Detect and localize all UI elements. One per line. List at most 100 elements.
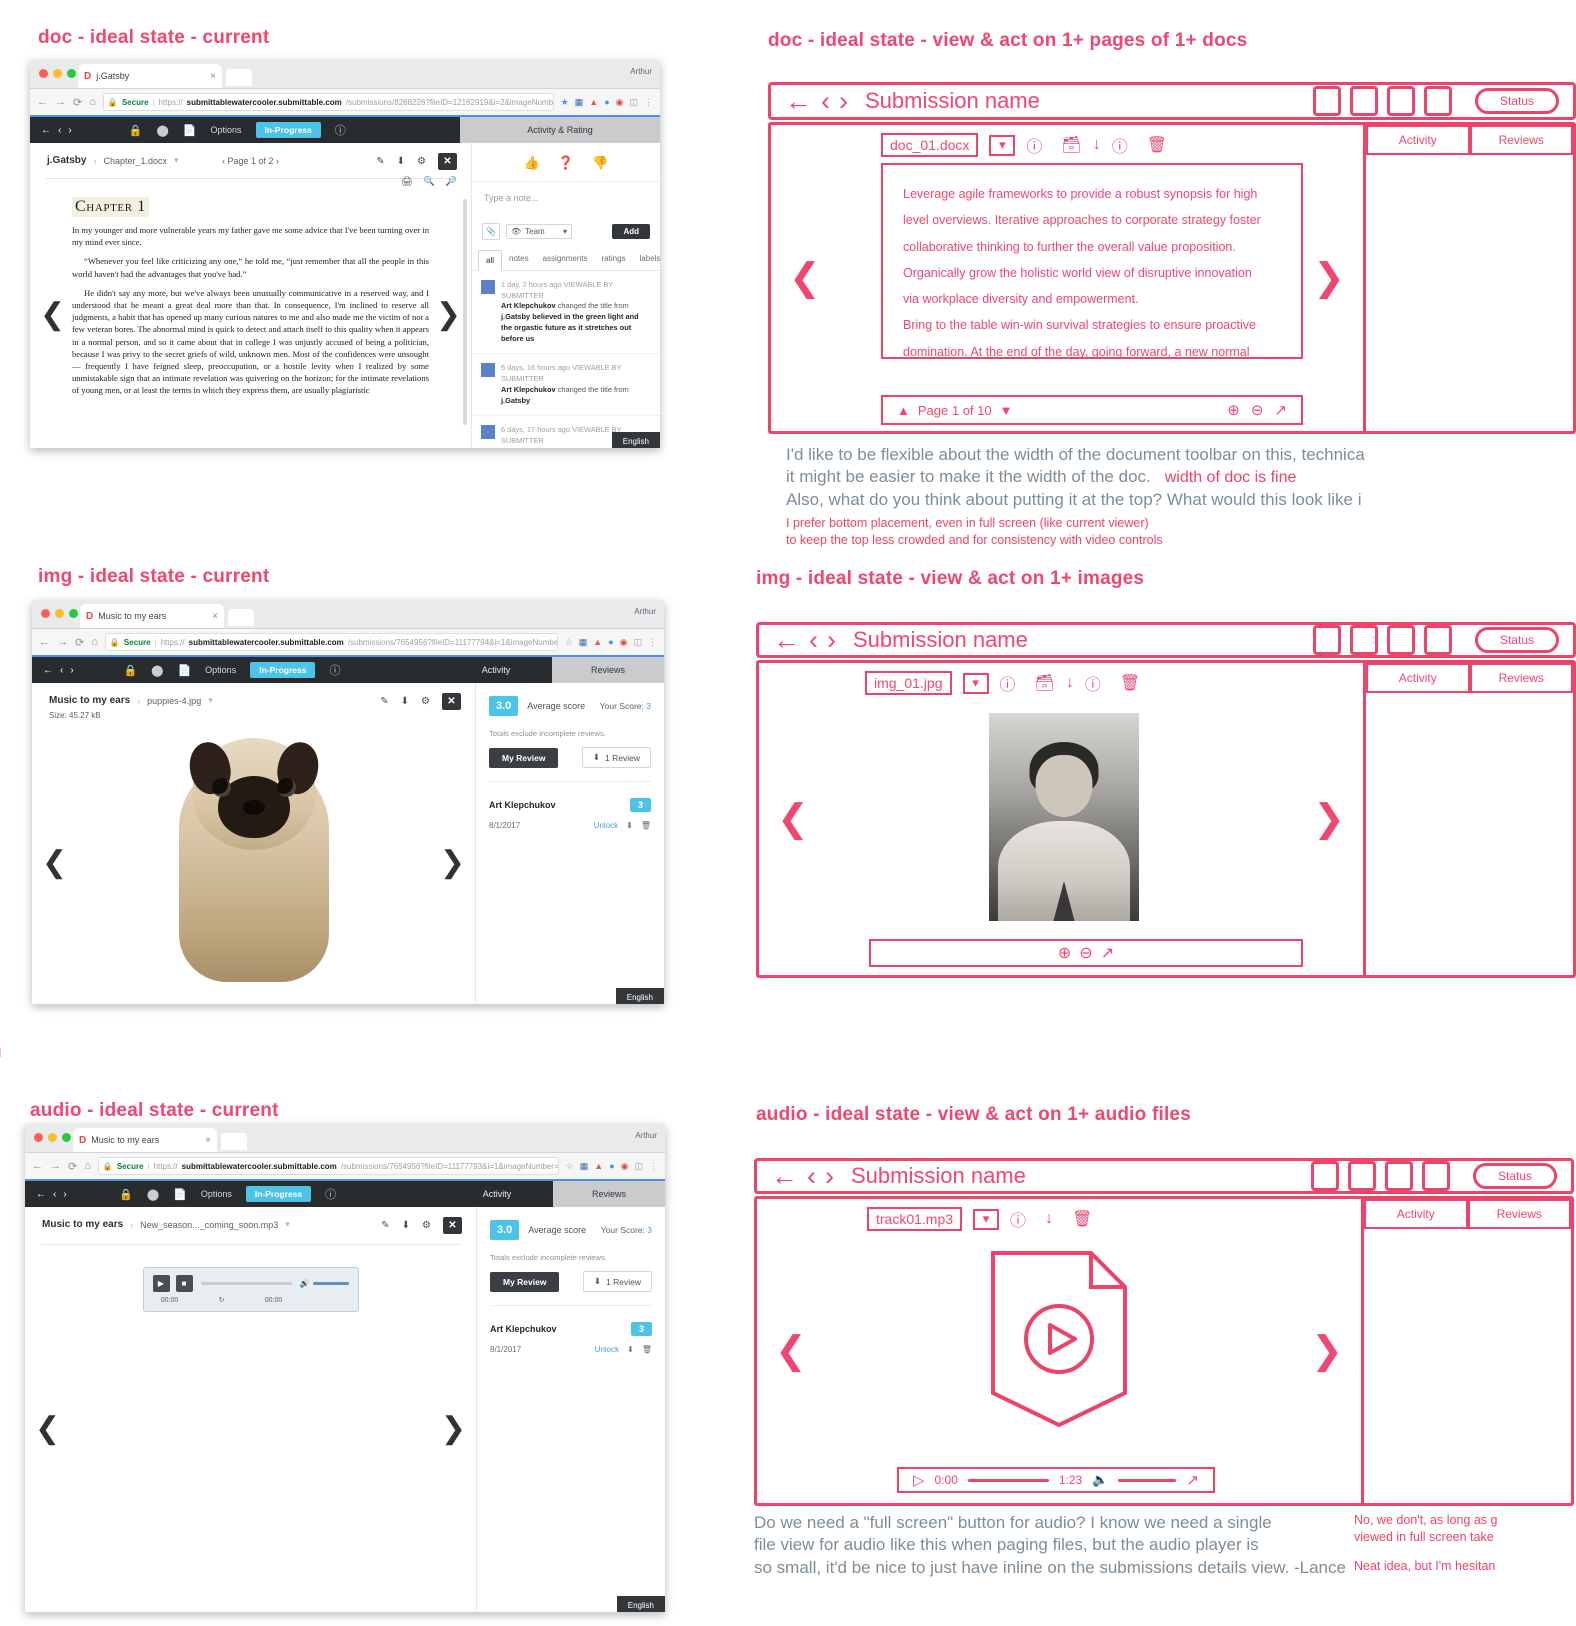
home-icon[interactable]: ⌂	[89, 96, 96, 108]
info-icon[interactable]: ⓘ	[335, 122, 346, 138]
app-next-icon[interactable]: ›	[68, 125, 71, 136]
thumbs-down-icon[interactable]: 👎	[592, 155, 608, 171]
zoom-out-icon[interactable]: ⊖	[1079, 943, 1092, 963]
prev-doc-arrow[interactable]: ❮	[789, 259, 821, 297]
tab-activity[interactable]: Activity	[1366, 663, 1470, 693]
prev-audio-arrow[interactable]: ❮	[775, 1332, 807, 1370]
volume-slider[interactable]	[312, 1282, 349, 1285]
edit-icon[interactable]: ✎	[380, 696, 388, 707]
adblock-icon[interactable]: ◉	[621, 1161, 629, 1172]
action-square-4-icon[interactable]	[1421, 1161, 1450, 1191]
status-pill[interactable]: In-Progress	[245, 1186, 312, 1202]
close-dot[interactable]	[34, 1133, 43, 1142]
settings-icon[interactable]: ⚙	[422, 1220, 431, 1231]
menu-icon[interactable]: ⋮	[648, 637, 657, 648]
app-nav-arrows[interactable]: ← ‹ ›	[32, 665, 74, 676]
prev-icon[interactable]: ‹	[821, 87, 830, 115]
download-icon[interactable]: ⬇	[401, 696, 409, 707]
filter-tab-notes[interactable]: notes	[502, 249, 536, 270]
folder-icon[interactable]: 🗃	[1035, 673, 1055, 693]
extension2-icon[interactable]: ▲	[593, 637, 602, 647]
back-icon[interactable]: ←	[37, 96, 48, 108]
app-prev-icon[interactable]: ‹	[53, 1189, 56, 1200]
adblock-icon[interactable]: ◉	[620, 637, 628, 648]
tab-activity[interactable]: Activity	[441, 1181, 553, 1207]
close-dot[interactable]	[39, 69, 48, 78]
language-button[interactable]: English	[616, 1596, 665, 1612]
tab-activity[interactable]: Activity	[440, 657, 552, 683]
breadcrumb-submission[interactable]: j.Gatsby	[47, 155, 86, 166]
play-icon[interactable]: ▶	[152, 1275, 170, 1292]
browser-user-label[interactable]: Arthur	[635, 1131, 657, 1140]
back-icon[interactable]: ←	[773, 626, 800, 654]
extension-icon[interactable]: ▦	[580, 1161, 589, 1172]
fullscreen-icon[interactable]: ↗	[1101, 943, 1114, 963]
action-square-2-icon[interactable]	[1349, 625, 1378, 655]
folder-icon[interactable]: 🗃	[1061, 135, 1081, 155]
attach-icon[interactable]: 📎	[482, 223, 500, 240]
action-square-2-icon[interactable]	[1349, 86, 1378, 116]
visibility-select[interactable]: 👁 Team ▾	[506, 224, 572, 239]
tab-activity[interactable]: Activity	[1364, 1199, 1468, 1229]
prev-icon[interactable]: ‹	[807, 1162, 816, 1190]
notes-icon[interactable]: 📄	[173, 1188, 187, 1201]
thumbs-up-icon[interactable]: 👍	[524, 155, 540, 171]
list-item[interactable]: 6 days, 16 hours ago VIEWABLE BY SUBMITT…	[472, 354, 660, 417]
options-menu[interactable]: Options	[201, 1189, 232, 1199]
extension-icon[interactable]: ▦	[575, 97, 584, 108]
maximize-dot[interactable]	[67, 69, 76, 78]
question-icon[interactable]: ❓	[558, 155, 574, 171]
next-file-arrow[interactable]: ❯	[441, 1411, 466, 1446]
action-square-3-icon[interactable]	[1386, 625, 1415, 655]
trash-icon[interactable]: 🗑	[1072, 1209, 1092, 1229]
tag-icon[interactable]: ⬤	[151, 664, 163, 677]
action-square-1-icon[interactable]	[1312, 625, 1341, 655]
address-bar[interactable]: 🔒 Secure | https://submittablewatercoole…	[102, 93, 554, 111]
app-next-icon[interactable]: ›	[70, 665, 73, 676]
status-badge[interactable]: Status	[1474, 627, 1559, 653]
tag-icon[interactable]: ⬤	[156, 124, 168, 137]
chevron-down-icon[interactable]: ▾	[174, 155, 179, 166]
fullscreen-icon[interactable]: ↗	[1274, 401, 1287, 419]
lock-icon[interactable]: 🔒	[129, 124, 143, 137]
forward-icon[interactable]: →	[55, 96, 66, 108]
notes-icon[interactable]: 📄	[177, 664, 191, 677]
settings-icon[interactable]: ⚙	[421, 696, 430, 707]
unlock-link[interactable]: Unlock	[595, 1345, 619, 1354]
info-icon[interactable]: ⓘ	[1010, 1207, 1026, 1231]
action-square-3-icon[interactable]	[1384, 1161, 1413, 1191]
kudos-icon[interactable]: ⓘ	[1112, 133, 1128, 157]
kudos-icon[interactable]: ⓘ	[1085, 671, 1101, 695]
list-item[interactable]: 1 day, 2 hours ago VIEWABLE BY SUBMITTER…	[472, 271, 660, 355]
cast-icon[interactable]: ◫	[629, 97, 638, 108]
breadcrumb-file[interactable]: Chapter_1.docx	[103, 156, 167, 166]
chevron-down-icon[interactable]: ▾	[208, 695, 213, 706]
browser-tab-doc[interactable]: D j.Gatsby ×	[78, 64, 222, 88]
browser-tab-audio[interactable]: D Music to my ears ×	[73, 1128, 217, 1152]
extension-icon[interactable]: ▦	[579, 637, 588, 648]
drive-icon[interactable]: ●	[608, 637, 613, 647]
maximize-dot[interactable]	[69, 609, 78, 618]
close-icon[interactable]: ×	[212, 611, 218, 622]
zoom-out-icon[interactable]: 🔎	[446, 176, 457, 187]
close-button[interactable]: ✕	[443, 1217, 462, 1234]
audio-progress-bar[interactable]	[200, 1282, 292, 1285]
app-next-icon[interactable]: ›	[63, 1189, 66, 1200]
forward-icon[interactable]: →	[50, 1160, 61, 1172]
new-tab-button[interactable]	[226, 69, 252, 86]
zoom-in-icon[interactable]: 🔍	[424, 176, 435, 187]
download-reviews-button[interactable]: ⬇ 1 Review	[582, 1271, 652, 1292]
extension2-icon[interactable]: ▲	[594, 1161, 603, 1171]
zoom-in-icon[interactable]: ⊕	[1058, 943, 1071, 963]
action-square-4-icon[interactable]	[1423, 625, 1452, 655]
unlock-link[interactable]: Unlock	[594, 821, 618, 830]
minimize-dot[interactable]	[48, 1133, 57, 1142]
close-icon[interactable]: ×	[205, 1135, 211, 1146]
chevron-down-icon[interactable]: ▾	[962, 672, 989, 694]
prev-file-arrow[interactable]: ❮	[42, 845, 67, 880]
download-icon[interactable]: ↓	[1093, 136, 1101, 154]
tab-reviews[interactable]: Reviews	[551, 657, 664, 688]
info-icon[interactable]: ⓘ	[329, 662, 340, 678]
filename-field[interactable]: doc_01.docx	[881, 133, 979, 157]
adblock-icon[interactable]: ◉	[616, 97, 624, 108]
